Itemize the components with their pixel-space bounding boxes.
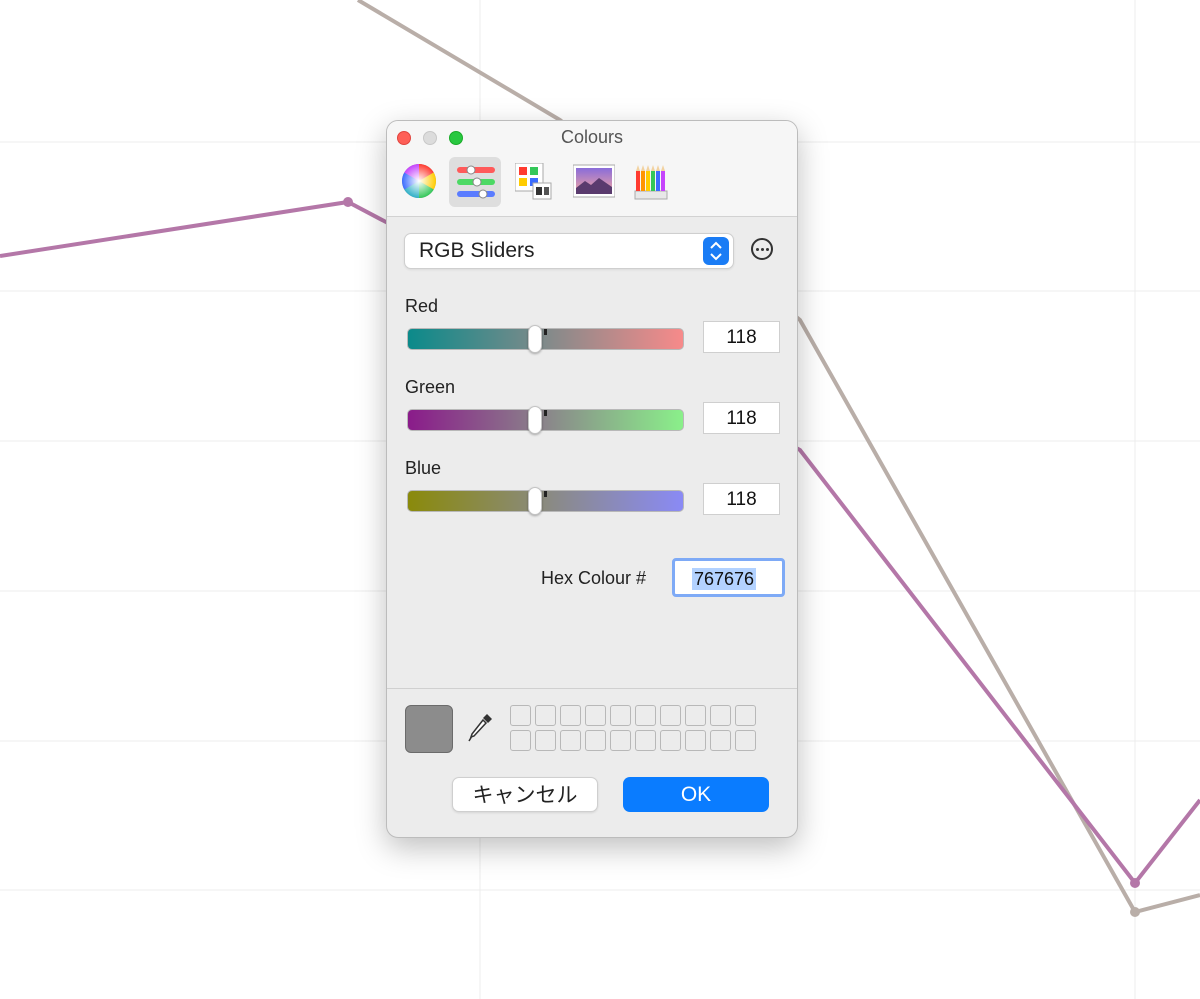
colours-panel: Colours RGB Sliders Red 118 Green 118 Bl… [386, 120, 798, 838]
eyedropper-icon[interactable] [467, 711, 495, 750]
swatch-cell[interactable] [610, 705, 631, 726]
blue-label: Blue [405, 458, 442, 478]
swatch-cell[interactable] [635, 705, 656, 726]
tool-colour-wheel[interactable] [393, 157, 445, 207]
green-label: Green [405, 377, 456, 397]
ok-button[interactable]: OK [623, 777, 769, 812]
blue-value-field[interactable]: 118 [703, 483, 780, 515]
swatch-cell[interactable] [635, 730, 656, 751]
tool-pencils[interactable] [625, 157, 677, 207]
slider-tick [544, 410, 547, 416]
swatch-cell[interactable] [560, 705, 581, 726]
red-value-field[interactable]: 118 [703, 321, 780, 353]
red-slider-knob[interactable] [528, 325, 542, 353]
window-title: Colours [560, 127, 624, 147]
title-bar: Colours [387, 121, 797, 217]
green-slider[interactable] [407, 406, 684, 434]
hex-colour-label: Hex Colour # [541, 568, 647, 588]
swatch-cell[interactable] [510, 705, 531, 726]
colour-swatches [510, 705, 760, 753]
swatch-cell[interactable] [585, 705, 606, 726]
palettes-icon [515, 163, 552, 200]
slider-tick [544, 491, 547, 497]
more-options-icon[interactable] [751, 238, 773, 260]
green-value-field[interactable]: 118 [703, 402, 780, 434]
series-point [1130, 907, 1140, 917]
red-label: Red [405, 296, 439, 316]
swatch-cell[interactable] [735, 705, 756, 726]
swatch-cell[interactable] [585, 730, 606, 751]
green-slider-knob[interactable] [528, 406, 542, 434]
swatch-cell[interactable] [660, 730, 681, 751]
blue-slider[interactable] [407, 487, 684, 515]
swatch-cell[interactable] [535, 705, 556, 726]
swatch-cell[interactable] [685, 705, 706, 726]
swatch-cell[interactable] [710, 705, 731, 726]
tool-colour-sliders[interactable] [449, 157, 501, 207]
current-colour-well[interactable] [405, 705, 453, 753]
red-slider[interactable] [407, 325, 684, 353]
swatch-cell[interactable] [685, 730, 706, 751]
image-palettes-icon [573, 164, 615, 198]
divider [387, 688, 797, 689]
colour-wheel-icon [402, 164, 436, 198]
slider-tick [544, 329, 547, 335]
swatch-cell[interactable] [610, 730, 631, 751]
swatch-cell[interactable] [735, 730, 756, 751]
mode-popup-label: RGB Sliders [419, 239, 535, 262]
pencils-icon [634, 165, 668, 200]
tool-colour-palettes[interactable] [507, 157, 559, 207]
series-point [343, 197, 353, 207]
swatch-cell[interactable] [535, 730, 556, 751]
swatch-cell[interactable] [660, 705, 681, 726]
series-point [1130, 878, 1140, 888]
tool-image-palettes[interactable] [565, 157, 617, 207]
updown-chevron-icon [703, 237, 729, 265]
hex-colour-value: 767676 [692, 568, 757, 590]
blue-slider-knob[interactable] [528, 487, 542, 515]
sliders-icon [457, 165, 495, 199]
cancel-button[interactable]: キャンセル [452, 777, 598, 812]
swatch-cell[interactable] [710, 730, 731, 751]
mode-popup-button[interactable]: RGB Sliders [404, 233, 734, 269]
hex-colour-field[interactable]: 767676 [672, 558, 785, 597]
swatch-cell[interactable] [560, 730, 581, 751]
swatch-cell[interactable] [510, 730, 531, 751]
